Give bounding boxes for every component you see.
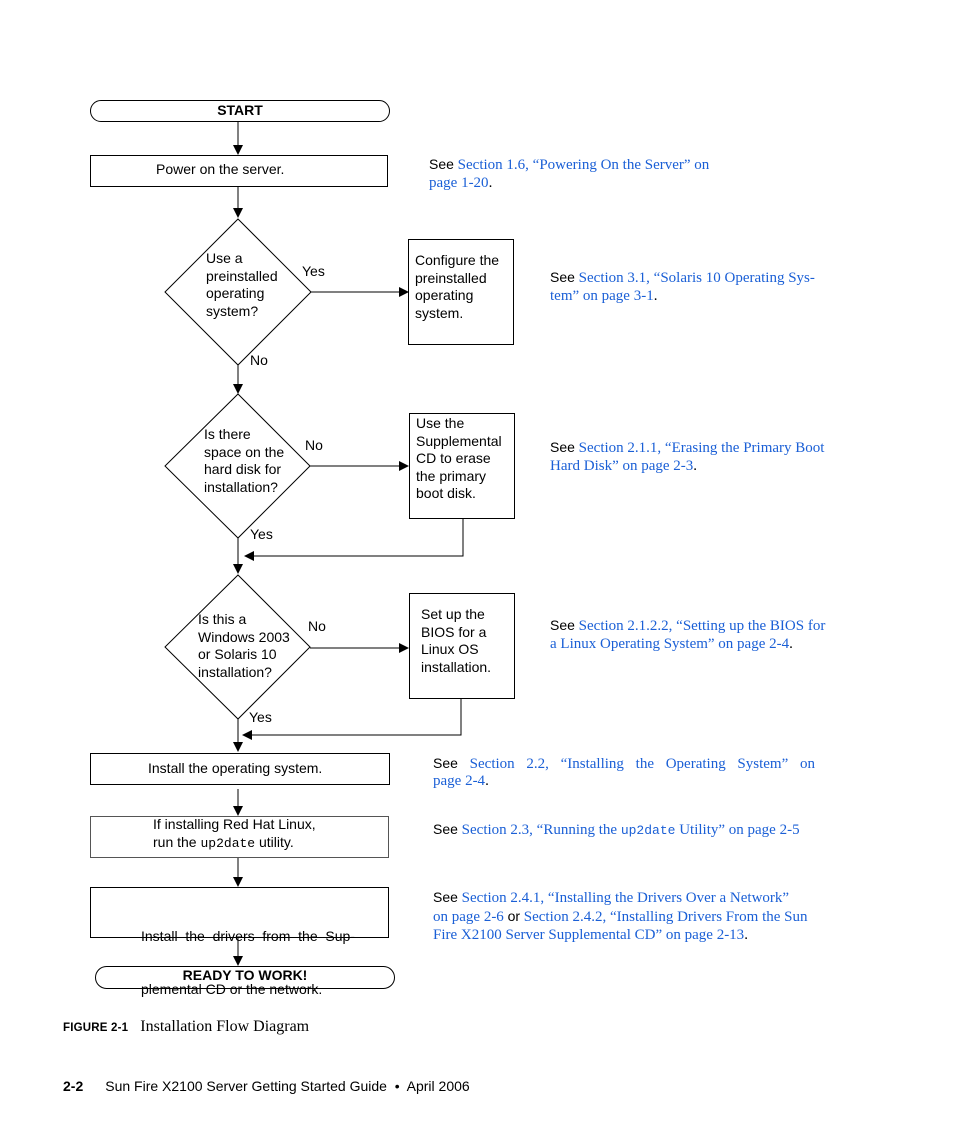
- link-section-2-4-1-page[interactable]: on page 2-6: [433, 909, 504, 925]
- decision3-yes-label: Yes: [249, 709, 272, 725]
- decision1-text: Use a preinstalled operating system?: [206, 250, 278, 320]
- decision3-line: Is this a: [198, 611, 247, 627]
- decision3-line: installation?: [198, 663, 272, 680]
- link-section-3-1[interactable]: Section 3.1, “Solaris 10 Operating Sys-: [579, 270, 815, 286]
- see-label: See: [433, 755, 458, 771]
- decision1-line: Use a: [206, 250, 243, 266]
- decision3-line: Windows 2003: [198, 628, 290, 645]
- see-label: See: [429, 156, 454, 172]
- redhat-line2-post: utility.: [255, 833, 294, 850]
- redhat-line2: run the up2date utility.: [153, 834, 316, 853]
- page-footer: 2-2 Sun Fire X2100 Server Getting Started…: [63, 1078, 470, 1094]
- side-box2-line: Use the: [416, 415, 465, 431]
- period: .: [488, 175, 493, 191]
- reference-up2date: See Section 2.3, “Running the up2date Ut…: [433, 820, 800, 840]
- decision1-line: system?: [206, 302, 259, 319]
- reference-install-os-line2: page 2-4.: [433, 772, 489, 790]
- decision1-line: preinstalled: [206, 267, 278, 284]
- decision2-line: installation?: [204, 478, 278, 495]
- side-box1-line: operating: [415, 287, 474, 303]
- redhat-line2-pre: run the: [153, 833, 201, 850]
- side-box1-text: Configure the preinstalled operating sys…: [415, 252, 499, 322]
- figure-label: FIGURE 2-1: [63, 1022, 129, 1034]
- figure-title: Installation Flow Diagram: [140, 1018, 310, 1035]
- decision2-line: Is there: [204, 426, 251, 442]
- decision3-line: or Solaris 10: [198, 646, 277, 662]
- see-label: See: [550, 269, 575, 285]
- reference-solaris: See Section 3.1, “Solaris 10 Operating S…: [550, 268, 815, 305]
- link-section-2-1-2-2-page[interactable]: a Linux Operating System” on page 2-4: [550, 636, 789, 652]
- reference-bios: See Section 2.1.2.2, “Setting up the BIO…: [550, 616, 825, 653]
- side-box2-text: Use the Supplemental CD to erase the pri…: [416, 415, 502, 503]
- side-box1-line: system.: [415, 304, 464, 321]
- side-box3-text: Set up the BIOS for a Linux OS installat…: [421, 606, 491, 676]
- arrow-erase-return: [244, 519, 464, 561]
- reference-install-os: See Section 2.2, “Installing the Operati…: [433, 754, 815, 773]
- see-label: See: [550, 439, 575, 455]
- period: .: [653, 288, 658, 304]
- decision2-text: Is there space on the hard disk for inst…: [204, 426, 284, 496]
- power-on-label: Power on the server.: [156, 161, 285, 177]
- link-section-2-3[interactable]: Section 2.3, “Running the up2date Utilit…: [462, 822, 800, 838]
- link-section-2-2[interactable]: Section 2.2, “Installing the Operating S…: [470, 756, 815, 772]
- decision2-yes-label: Yes: [250, 526, 273, 542]
- see-label: See: [433, 821, 458, 837]
- drivers-line1: Install the drivers from the Sup-: [141, 928, 355, 944]
- link-section-2-1-2-2[interactable]: Section 2.1.2.2, “Setting up the BIOS fo…: [579, 618, 826, 634]
- link-section-2-4-1[interactable]: Section 2.4.1, “Installing the Drivers O…: [462, 890, 789, 906]
- up2date-code: up2date: [200, 835, 256, 851]
- decision2-line: space on the: [204, 443, 285, 460]
- link-section-2-1-1[interactable]: Section 2.1.1, “Erasing the Primary Boot: [579, 440, 825, 456]
- side-box1-line: Configure the: [415, 252, 500, 268]
- side-box3-line: installation.: [421, 658, 492, 675]
- or-label: or: [507, 908, 521, 924]
- link-section-1-6-page[interactable]: page 1-20: [429, 175, 489, 191]
- side-box2-line: Supplemental: [416, 432, 502, 449]
- period: .: [693, 458, 698, 474]
- up2date-code: up2date: [620, 823, 676, 838]
- side-box2-line: the primary: [416, 467, 487, 484]
- side-box2-line: CD to erase: [416, 450, 491, 466]
- start-label: START: [217, 102, 263, 118]
- decision1-no-label: No: [250, 352, 268, 368]
- decision2-line: hard disk for: [204, 461, 282, 477]
- side-box2-line: boot disk.: [416, 485, 476, 501]
- arrow-bios-return: [242, 699, 462, 740]
- decision3-no-label: No: [308, 618, 326, 634]
- period: .: [744, 927, 748, 943]
- reference-power-on: See Section 1.6, “Powering On the Server…: [429, 155, 709, 192]
- install-os-label: Install the operating system.: [148, 760, 323, 776]
- period: .: [789, 636, 793, 652]
- redhat-text: If installing Red Hat Linux, run the up2…: [153, 816, 316, 852]
- side-box3-line: BIOS for a: [421, 623, 487, 640]
- see-label: See: [433, 889, 458, 905]
- drivers-text: Install the drivers from the Sup- plemen…: [141, 893, 355, 1016]
- footer-text: Sun Fire X2100 Server Getting Started Gu…: [105, 1078, 470, 1094]
- link-text: Section 2.3, “Running the: [461, 822, 621, 838]
- see-label: See: [550, 617, 575, 633]
- link-text: Utility” on page 2-5: [675, 822, 800, 838]
- side-box1-line: preinstalled: [415, 269, 487, 286]
- end-label: READY TO WORK!: [182, 967, 308, 983]
- reference-erase-disk: See Section 2.1.1, “Erasing the Primary …: [550, 438, 824, 475]
- page-number: 2-2: [63, 1078, 84, 1094]
- link-section-3-1-page[interactable]: tem” on page 3-1: [550, 288, 654, 304]
- decision1-line: operating: [206, 285, 265, 301]
- decision2-no-label: No: [305, 437, 323, 453]
- link-section-2-4-2[interactable]: Section 2.4.2, “Installing Drivers From …: [524, 909, 808, 925]
- reference-drivers: See Section 2.4.1, “Installing the Drive…: [433, 888, 807, 944]
- decision3-text: Is this a Windows 2003 or Solaris 10 ins…: [198, 611, 290, 681]
- link-section-2-1-1-page[interactable]: Hard Disk” on page 2-3: [550, 458, 693, 474]
- side-box3-line: Set up the: [421, 606, 485, 622]
- period: .: [485, 773, 489, 789]
- decision1-yes-label: Yes: [302, 263, 325, 279]
- redhat-line1: If installing Red Hat Linux,: [153, 816, 316, 832]
- side-box3-line: Linux OS: [421, 641, 479, 657]
- link-section-2-4-2-page[interactable]: Fire X2100 Server Supplemental CD” on pa…: [433, 927, 744, 943]
- link-section-2-2-page[interactable]: page 2-4: [433, 773, 485, 789]
- figure-caption: FIGURE 2-1 Installation Flow Diagram: [63, 1018, 309, 1036]
- link-section-1-6[interactable]: Section 1.6, “Powering On the Server” on: [458, 157, 710, 173]
